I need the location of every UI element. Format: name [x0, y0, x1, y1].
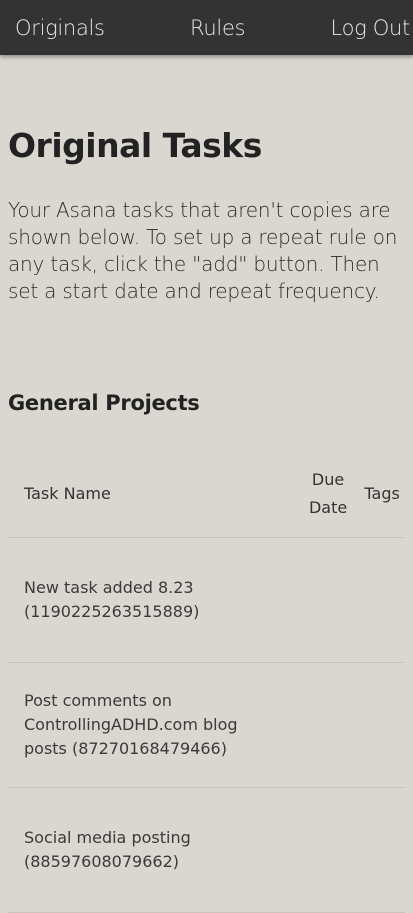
nav-rules-link[interactable]: Rules [190, 16, 245, 40]
table-row: Social media posting (88597608079662) [8, 787, 405, 913]
task-tags-cell [359, 787, 405, 913]
header-task-name: Task Name [8, 451, 297, 538]
task-name-cell: Post comments on ControllingADHD.com blo… [8, 662, 297, 788]
section-title-general-projects: General Projects [8, 391, 200, 415]
task-due-cell [296, 662, 360, 788]
nav-originals-link[interactable]: Originals [15, 16, 105, 40]
task-due-cell [296, 537, 360, 663]
table-row: Post comments on ControllingADHD.com blo… [8, 662, 405, 788]
header-due-date: Due Date [296, 451, 360, 538]
table-row: New task added 8.23 (1190225263515889) [8, 537, 405, 663]
task-tags-cell [359, 537, 405, 663]
tasks-table: Task Name Due Date Tags New task added 8… [8, 451, 405, 913]
task-name-cell: New task added 8.23 (1190225263515889) [8, 537, 297, 663]
nav-logout-link[interactable]: Log Out [331, 16, 411, 40]
task-due-cell [296, 787, 360, 913]
page-title: Original Tasks [8, 126, 262, 165]
task-name-cell: Social media posting (88597608079662) [8, 787, 297, 913]
header-tags: Tags [359, 451, 405, 538]
intro-text: Your Asana tasks that aren't copies are … [8, 198, 398, 303]
table-header-row: Task Name Due Date Tags [8, 451, 405, 538]
top-navbar: Originals Rules Log Out [0, 0, 413, 55]
task-tags-cell [359, 662, 405, 788]
